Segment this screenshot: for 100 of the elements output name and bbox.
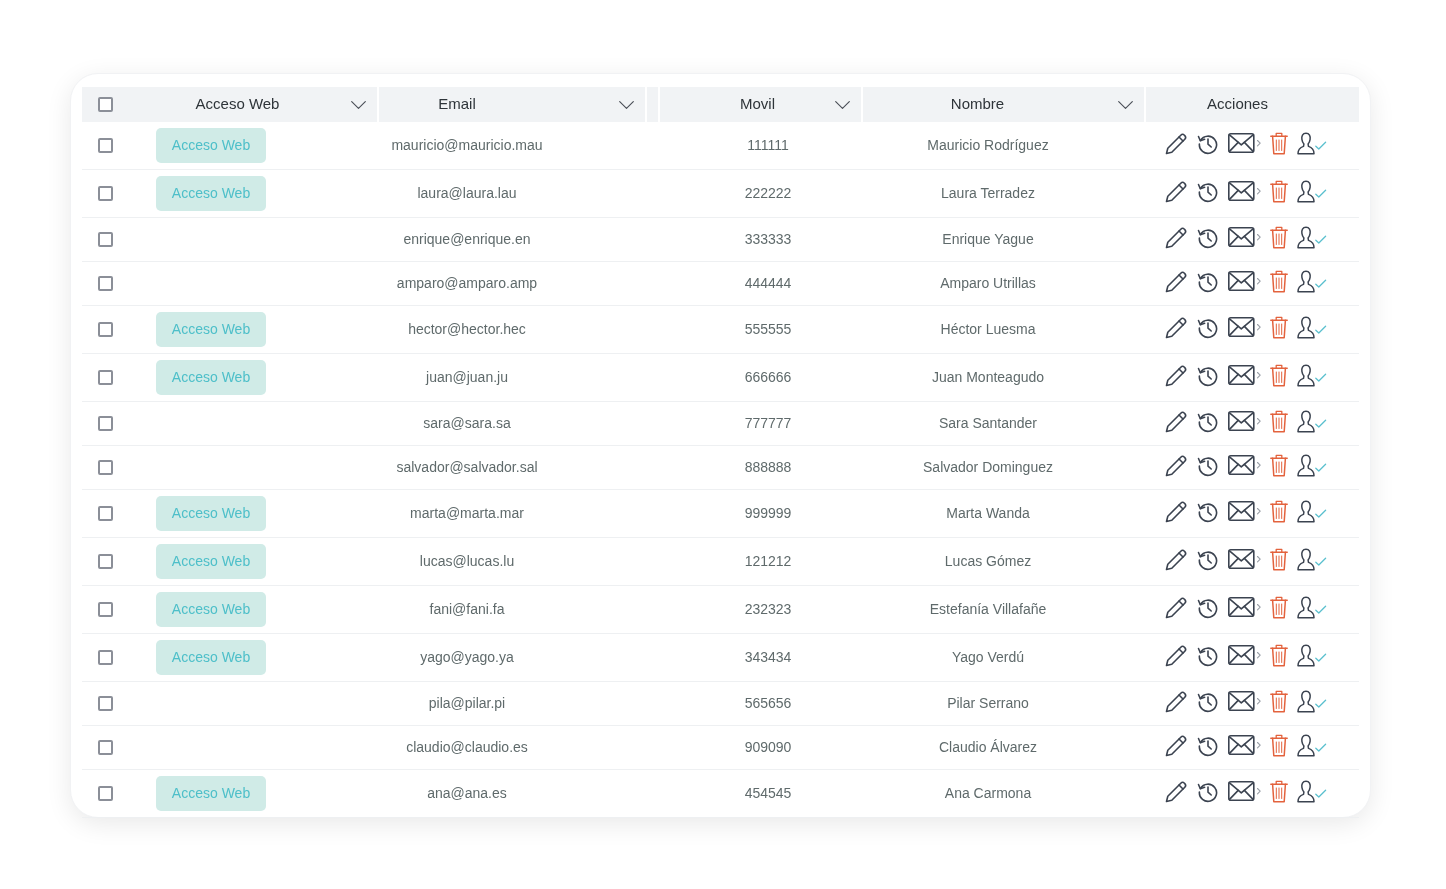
trash-icon[interactable] [1270,548,1288,571]
envelope-icon[interactable] [1228,317,1261,338]
trash-icon[interactable] [1270,780,1288,803]
trash-icon[interactable] [1270,410,1288,433]
chevron-down-icon[interactable] [351,100,366,109]
pencil-icon[interactable] [1165,548,1188,571]
row-checkbox[interactable] [98,602,113,617]
row-checkbox[interactable] [98,506,113,521]
user-check-icon[interactable] [1297,690,1327,713]
pencil-icon[interactable] [1165,316,1188,339]
trash-icon[interactable] [1270,454,1288,477]
history-icon[interactable] [1197,364,1219,387]
web-access-button[interactable]: Acceso Web [156,640,266,675]
envelope-icon[interactable] [1228,411,1261,432]
row-checkbox[interactable] [98,786,113,801]
user-check-icon[interactable] [1297,780,1327,803]
pencil-icon[interactable] [1165,644,1188,667]
user-check-icon[interactable] [1297,132,1327,155]
envelope-icon[interactable] [1228,133,1261,154]
trash-icon[interactable] [1270,734,1288,757]
chevron-down-icon[interactable] [619,100,634,109]
history-icon[interactable] [1197,548,1219,571]
user-check-icon[interactable] [1297,180,1327,203]
row-checkbox[interactable] [98,696,113,711]
web-access-button[interactable]: Acceso Web [156,176,266,211]
envelope-icon[interactable] [1228,455,1261,476]
history-icon[interactable] [1197,644,1219,667]
trash-icon[interactable] [1270,180,1288,203]
envelope-icon[interactable] [1228,781,1261,802]
web-access-button[interactable]: Acceso Web [156,128,266,163]
pencil-icon[interactable] [1165,596,1188,619]
pencil-icon[interactable] [1165,734,1188,757]
user-check-icon[interactable] [1297,270,1327,293]
user-check-icon[interactable] [1297,316,1327,339]
history-icon[interactable] [1197,132,1219,155]
trash-icon[interactable] [1270,596,1288,619]
row-checkbox[interactable] [98,740,113,755]
user-check-icon[interactable] [1297,226,1327,249]
row-checkbox[interactable] [98,186,113,201]
user-check-icon[interactable] [1297,410,1327,433]
history-icon[interactable] [1197,180,1219,203]
row-checkbox[interactable] [98,322,113,337]
envelope-icon[interactable] [1228,181,1261,202]
row-checkbox[interactable] [98,370,113,385]
pencil-icon[interactable] [1165,270,1188,293]
history-icon[interactable] [1197,454,1219,477]
pencil-icon[interactable] [1165,226,1188,249]
pencil-icon[interactable] [1165,180,1188,203]
pencil-icon[interactable] [1165,410,1188,433]
trash-icon[interactable] [1270,500,1288,523]
trash-icon[interactable] [1270,644,1288,667]
user-check-icon[interactable] [1297,548,1327,571]
envelope-icon[interactable] [1228,645,1261,666]
row-checkbox[interactable] [98,554,113,569]
web-access-button[interactable]: Acceso Web [156,312,266,347]
row-checkbox[interactable] [98,650,113,665]
envelope-icon[interactable] [1228,271,1261,292]
user-check-icon[interactable] [1297,500,1327,523]
trash-icon[interactable] [1270,226,1288,249]
envelope-icon[interactable] [1228,691,1261,712]
history-icon[interactable] [1197,316,1219,339]
user-check-icon[interactable] [1297,734,1327,757]
pencil-icon[interactable] [1165,780,1188,803]
row-checkbox[interactable] [98,232,113,247]
history-icon[interactable] [1197,500,1219,523]
history-icon[interactable] [1197,690,1219,713]
row-checkbox[interactable] [98,460,113,475]
user-check-icon[interactable] [1297,364,1327,387]
history-icon[interactable] [1197,734,1219,757]
web-access-button[interactable]: Acceso Web [156,360,266,395]
trash-icon[interactable] [1270,690,1288,713]
user-check-icon[interactable] [1297,644,1327,667]
trash-icon[interactable] [1270,316,1288,339]
envelope-icon[interactable] [1228,549,1261,570]
chevron-down-icon[interactable] [1118,100,1133,109]
history-icon[interactable] [1197,596,1219,619]
web-access-button[interactable]: Acceso Web [156,592,266,627]
select-all-checkbox[interactable] [98,97,113,112]
web-access-button[interactable]: Acceso Web [156,544,266,579]
history-icon[interactable] [1197,410,1219,433]
envelope-icon[interactable] [1228,501,1261,522]
envelope-icon[interactable] [1228,227,1261,248]
history-icon[interactable] [1197,270,1219,293]
trash-icon[interactable] [1270,270,1288,293]
envelope-icon[interactable] [1228,597,1261,618]
row-checkbox[interactable] [98,138,113,153]
envelope-icon[interactable] [1228,735,1261,756]
row-checkbox[interactable] [98,276,113,291]
trash-icon[interactable] [1270,364,1288,387]
envelope-icon[interactable] [1228,365,1261,386]
trash-icon[interactable] [1270,132,1288,155]
pencil-icon[interactable] [1165,454,1188,477]
chevron-down-icon[interactable] [835,100,850,109]
pencil-icon[interactable] [1165,364,1188,387]
history-icon[interactable] [1197,226,1219,249]
row-checkbox[interactable] [98,416,113,431]
user-check-icon[interactable] [1297,454,1327,477]
history-icon[interactable] [1197,780,1219,803]
pencil-icon[interactable] [1165,500,1188,523]
user-check-icon[interactable] [1297,596,1327,619]
